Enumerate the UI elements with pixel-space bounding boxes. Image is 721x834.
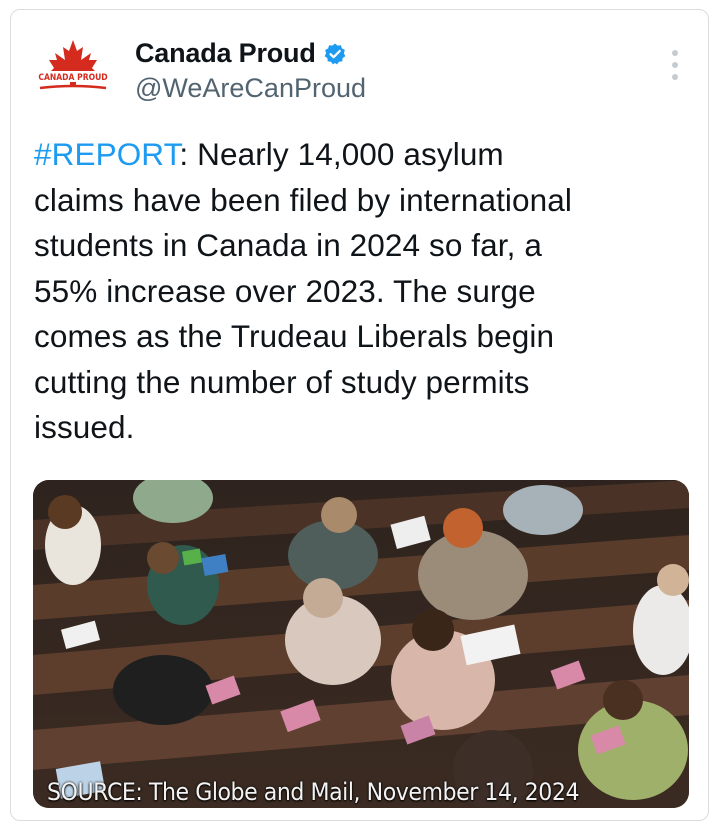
more-options-icon[interactable] xyxy=(668,50,682,80)
verified-badge-icon xyxy=(323,42,347,66)
tweet-line: cutting the number of study permits xyxy=(34,363,530,400)
maple-leaf-logo-icon: CANADA PROUD xyxy=(37,40,109,90)
name-row: Canada Proud xyxy=(135,38,347,69)
tweet-line: students in Canada in 2024 so far, a xyxy=(34,227,542,263)
hashtag-link[interactable]: #REPORT xyxy=(34,136,179,172)
avatar[interactable]: CANADA PROUD xyxy=(37,38,109,100)
display-name[interactable]: Canada Proud xyxy=(135,38,316,69)
tweet-card[interactable]: CANADA PROUD Canada Proud @WeAreCanProud… xyxy=(10,9,709,821)
tweet-line: claims have been filed by international xyxy=(34,181,572,218)
tweet-line: comes as the Trudeau Liberals begin xyxy=(34,318,555,354)
tweet-line: issued. xyxy=(34,409,135,445)
avatar-label: CANADA PROUD xyxy=(38,73,107,83)
tweet-header: CANADA PROUD Canada Proud @WeAreCanProud xyxy=(11,10,708,120)
tweet-line: 55% increase over 2023. The surge xyxy=(34,272,536,309)
source-caption: SOURCE: The Globe and Mail, November 14,… xyxy=(47,778,580,806)
user-handle[interactable]: @WeAreCanProud xyxy=(135,73,366,104)
tweet-text: #REPORT: Nearly 14,000 asylum claims hav… xyxy=(34,132,684,451)
lecture-hall-photo xyxy=(33,480,689,808)
tweet-media-image[interactable]: SOURCE: The Globe and Mail, November 14,… xyxy=(33,480,689,808)
tweet-line: : Nearly 14,000 asylum xyxy=(179,136,504,172)
